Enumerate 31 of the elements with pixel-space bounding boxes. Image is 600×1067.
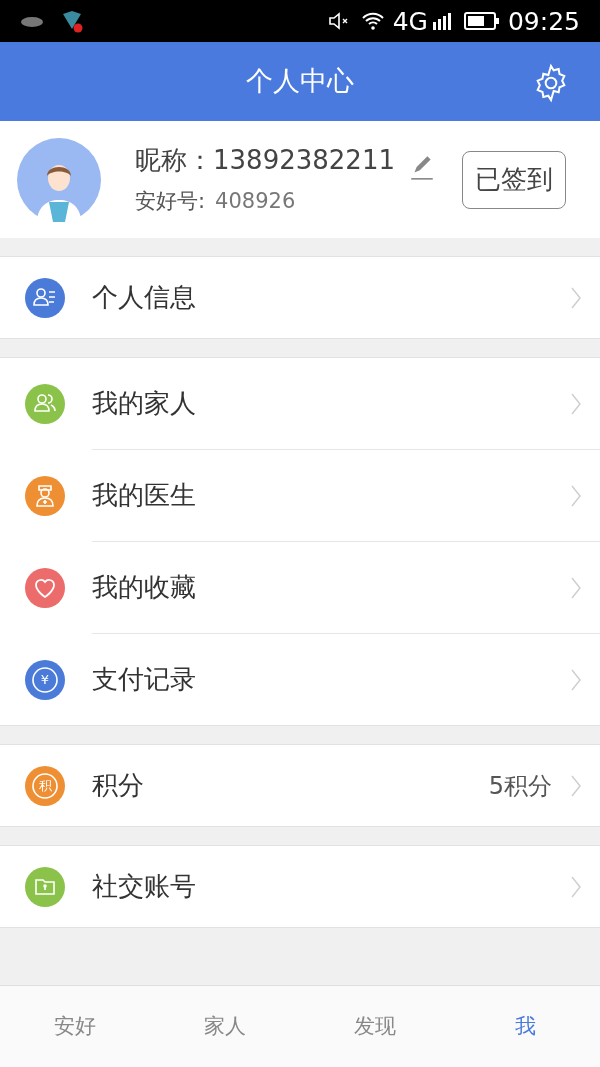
signal-icon [431, 11, 452, 31]
cloud-icon [20, 14, 44, 28]
chevron-right-icon [570, 285, 582, 310]
chevron-right-icon [570, 575, 582, 600]
menu-label: 社交账号 [92, 870, 196, 903]
menu-label: 我的家人 [92, 387, 196, 420]
nickname-label: 昵称： [135, 144, 213, 178]
menu-label: 支付记录 [92, 663, 196, 696]
coin-icon: ¥ [25, 659, 65, 700]
menu-label: 我的收藏 [92, 571, 196, 604]
points-value: 5积分 [488, 770, 552, 802]
chevron-right-icon [570, 773, 582, 798]
network-type: 4G [392, 8, 428, 34]
page-title: 个人中心 [246, 64, 354, 99]
tab[interactable]: 我 [450, 986, 600, 1067]
battery-icon [463, 11, 500, 31]
checked-in-button[interactable]: 已签到 [462, 150, 566, 209]
nickname: 13892382211 [213, 144, 395, 178]
clock-time: 09:25 [507, 8, 580, 34]
chevron-right-icon [570, 483, 582, 508]
id-label: 安好号: [135, 188, 206, 216]
menu-label: 积分 [92, 769, 144, 802]
menu-label: 我的医生 [92, 479, 196, 512]
chevron-right-icon [570, 667, 582, 692]
coin-icon: 积 [25, 765, 65, 806]
chevron-right-icon [570, 874, 582, 899]
shield-icon [60, 9, 84, 33]
chevron-right-icon [570, 391, 582, 416]
menu-label: 个人信息 [92, 281, 196, 314]
id-number: 408926 [215, 188, 296, 216]
tab[interactable]: 安好 [0, 986, 150, 1067]
